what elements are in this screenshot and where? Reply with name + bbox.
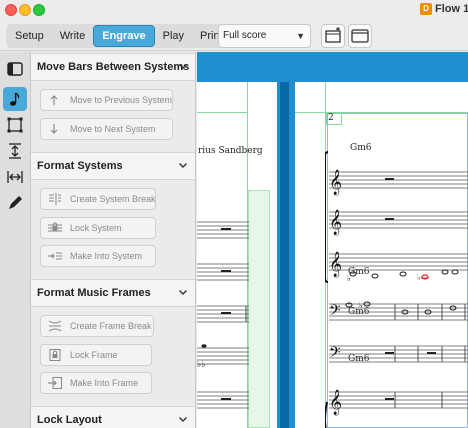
tab-play[interactable]: Play — [155, 25, 192, 47]
tab-write[interactable]: Write — [52, 25, 93, 47]
chevron-down-icon — [179, 290, 187, 295]
section-lock-layout-header[interactable]: Lock Layout — [31, 406, 195, 428]
svg-text:♭: ♭ — [417, 273, 421, 282]
svg-text:♭: ♭ — [359, 301, 363, 310]
section-title: Move Bars Between Systems — [37, 61, 190, 73]
make-into-system-button[interactable]: Make Into System — [40, 245, 156, 267]
panel-toggle-button[interactable] — [3, 57, 27, 81]
mode-tabs: Setup Write Engrave Play Print — [6, 24, 232, 48]
score-view[interactable]: rius Sandberg ♭♭ 2 Gm6 Gm6 Gm6 Gm6 𝄞 𝄞 𝄞… — [197, 52, 468, 428]
arrow-down-icon — [50, 124, 58, 134]
window-title-bar: D Flow 1 i — [0, 0, 468, 20]
tab-engrave[interactable]: Engrave — [93, 25, 155, 47]
page-spread-gutter — [280, 82, 289, 428]
section-title: Lock Layout — [37, 414, 102, 426]
section-title: Format Systems — [37, 160, 123, 172]
move-to-next-system-button[interactable]: Move to Next System — [40, 118, 173, 140]
staff-spacing-button[interactable] — [3, 139, 27, 163]
svg-text:♭: ♭ — [347, 274, 351, 283]
toggle-panel-button[interactable] — [348, 24, 372, 48]
create-frame-break-button[interactable]: Create Frame Break — [40, 315, 154, 337]
svg-text:𝄞: 𝄞 — [329, 251, 342, 277]
lock-frame-button[interactable]: Lock Frame — [40, 344, 152, 366]
make-into-system-icon — [48, 252, 62, 260]
system-break-icon — [49, 193, 61, 205]
chevron-down-icon — [179, 64, 187, 69]
svg-text:𝄢: 𝄢 — [329, 302, 341, 323]
lock-system-button[interactable]: Lock System — [40, 217, 156, 239]
note-icon — [10, 92, 20, 106]
frame-add-icon — [325, 27, 341, 43]
layout-select-value: Full score — [223, 30, 267, 41]
main-toolbar: Setup Write Engrave Play Print Full scor… — [0, 20, 468, 51]
section-format-music-frames-header[interactable]: Format Music Frames — [31, 279, 195, 307]
left-page-staves: ♭♭ — [197, 221, 249, 409]
panel-toggle-icon — [7, 62, 23, 76]
right-page-staves: 𝄞 𝄞 𝄞 𝄢 𝄢 𝄞 ♭ ♭ ♭ — [325, 151, 468, 428]
chevron-down-icon — [179, 417, 187, 422]
svg-text:𝄢: 𝄢 — [329, 344, 341, 365]
section-title: Format Music Frames — [37, 287, 151, 299]
section-format-systems-header[interactable]: Format Systems — [31, 152, 195, 180]
pen-icon — [9, 196, 22, 209]
note-spacing-button[interactable] — [3, 165, 27, 189]
move-to-previous-system-button[interactable]: Move to Previous System — [40, 89, 173, 111]
margin-guide — [197, 112, 248, 113]
make-into-frame-icon — [48, 377, 62, 389]
engrave-left-panel: Move Bars Between Systems Move to Previo… — [31, 52, 196, 428]
engrave-tool-strip — [0, 52, 31, 428]
svg-text:𝄞: 𝄞 — [329, 169, 342, 195]
frame-select-icon — [7, 117, 23, 133]
minimize-window-button[interactable] — [19, 4, 31, 16]
insert-frame-button[interactable] — [321, 24, 345, 48]
svg-text:𝄞: 𝄞 — [329, 209, 342, 235]
chevron-down-icon: ▼ — [296, 31, 305, 41]
music-frame-guide — [248, 190, 270, 428]
score-page-left: rius Sandberg ♭♭ — [197, 82, 277, 428]
layout-select[interactable]: Full score ▼ — [218, 24, 311, 48]
section-move-bars-header[interactable]: Move Bars Between Systems — [31, 53, 195, 81]
arrow-up-icon — [50, 95, 58, 105]
tab-setup[interactable]: Setup — [7, 25, 52, 47]
svg-text:𝄞: 𝄞 — [329, 389, 342, 415]
vertical-spacing-icon — [9, 143, 21, 159]
graphic-editing-button[interactable] — [3, 87, 27, 111]
svg-text:♭♭: ♭♭ — [197, 360, 206, 370]
score-page-right: 2 Gm6 Gm6 Gm6 Gm6 𝄞 𝄞 𝄞 𝄢 𝄢 𝄞 ♭ ♭ ♭ — [295, 82, 468, 428]
chevron-down-icon — [179, 163, 187, 168]
window-panel-icon — [351, 29, 369, 43]
document-icon: D — [420, 3, 432, 15]
horizontal-spacing-icon — [7, 171, 23, 183]
close-window-button[interactable] — [5, 4, 17, 16]
make-into-frame-button[interactable]: Make Into Frame — [40, 372, 152, 394]
bar-number: 2 — [328, 113, 334, 123]
frame-editing-button[interactable] — [3, 113, 27, 137]
maximize-window-button[interactable] — [33, 4, 45, 16]
frame-break-icon — [48, 320, 62, 332]
composer-text: rius Sandberg — [198, 146, 263, 156]
create-system-break-button[interactable]: Create System Break — [40, 188, 156, 210]
window-title: Flow 1 i — [435, 3, 468, 15]
lock-frame-icon — [49, 349, 61, 361]
pen-tool-button[interactable] — [3, 191, 27, 215]
lock-system-icon — [48, 222, 62, 232]
